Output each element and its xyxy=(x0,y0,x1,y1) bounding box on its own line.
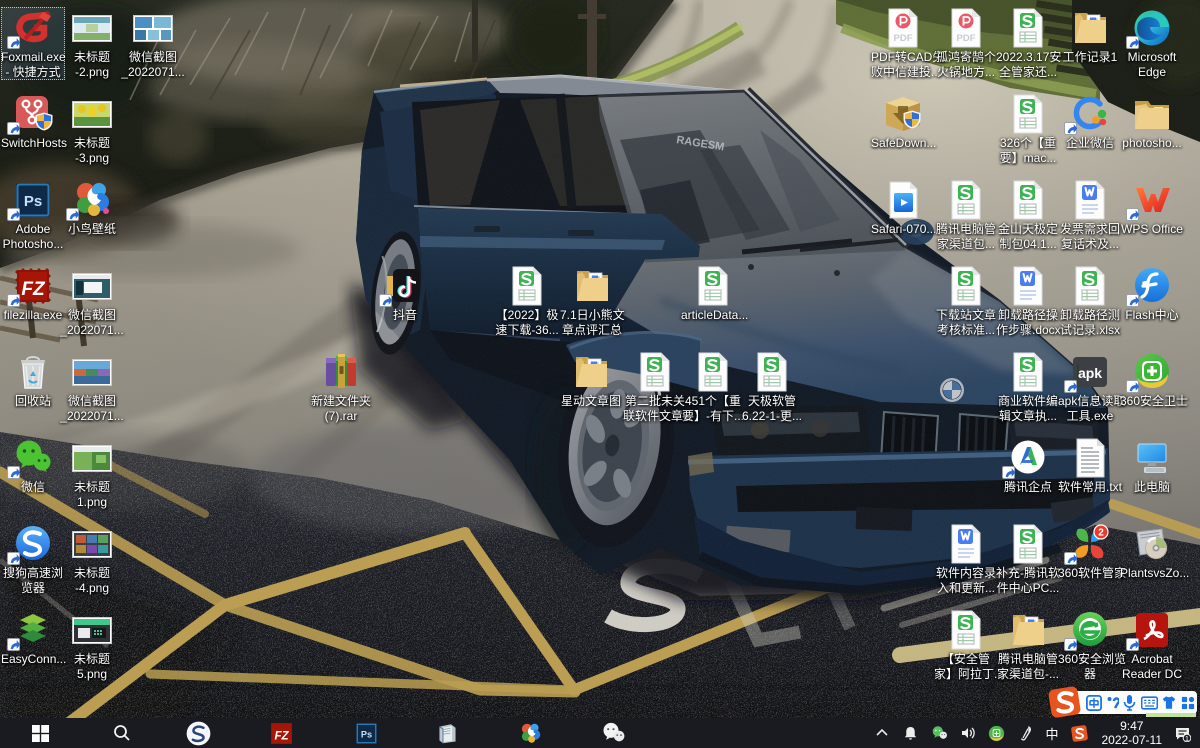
svg-text:apk: apk xyxy=(1078,365,1102,381)
svg-text:FZ: FZ xyxy=(21,279,46,300)
svg-text:Ps: Ps xyxy=(24,193,42,210)
svg-text:FZ: FZ xyxy=(274,730,289,742)
svg-text:Ps: Ps xyxy=(360,729,371,739)
svg-text:1: 1 xyxy=(1185,733,1189,741)
svg-text:2: 2 xyxy=(1098,528,1104,539)
